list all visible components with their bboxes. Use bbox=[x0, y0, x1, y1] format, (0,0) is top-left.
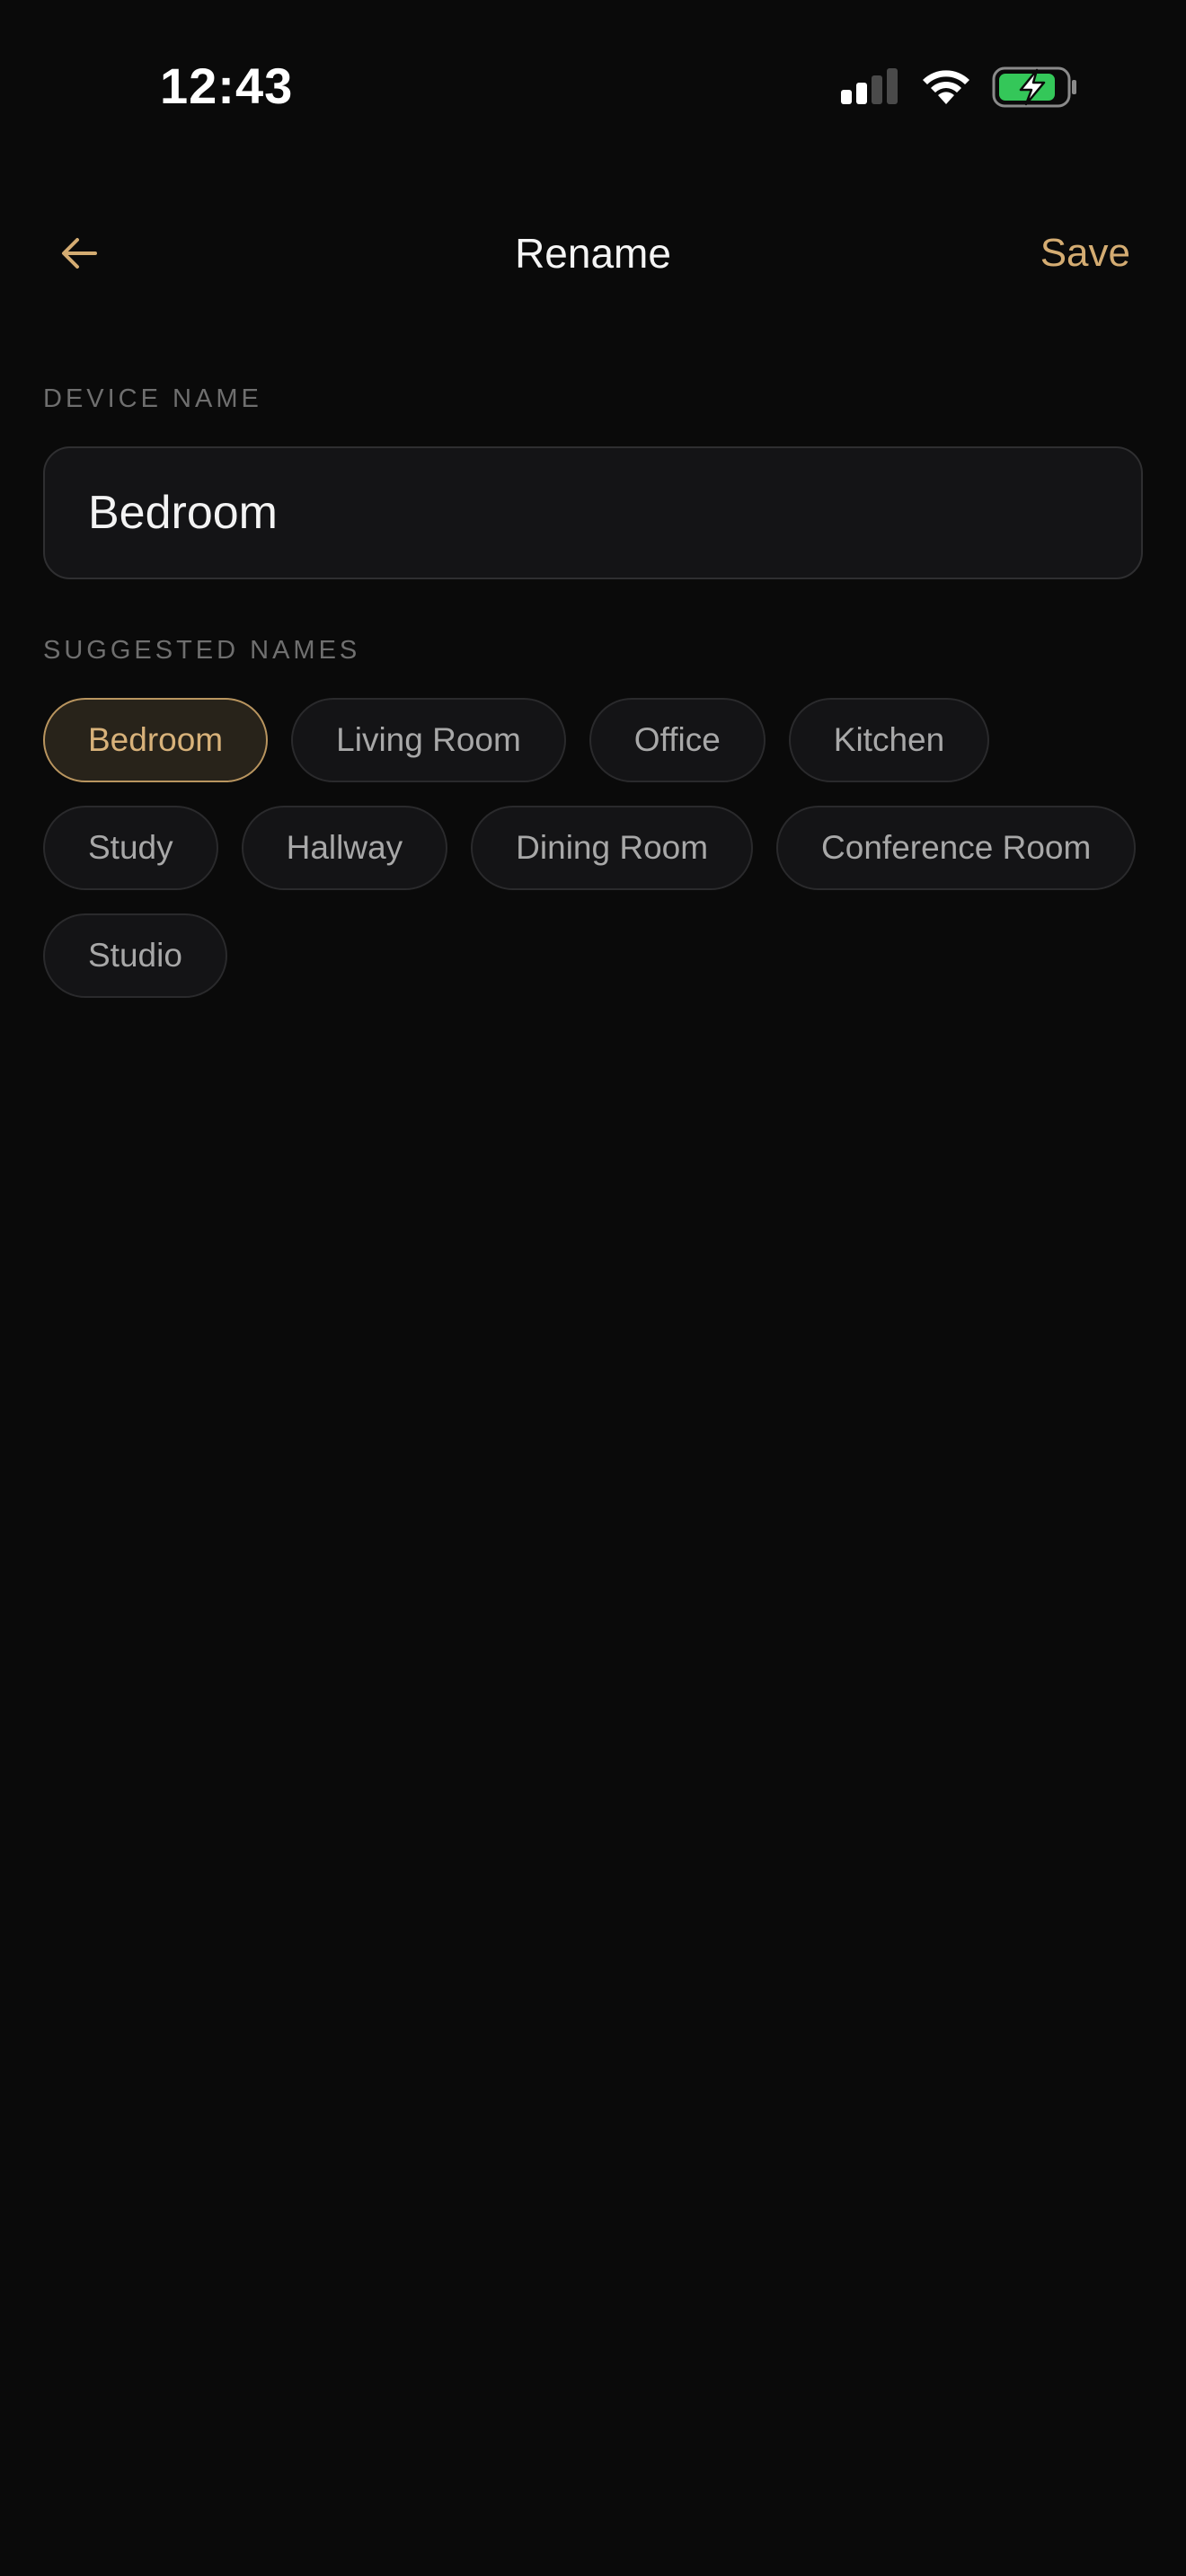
arrow-left-icon bbox=[62, 238, 97, 269]
suggestion-chip-dining-room[interactable]: Dining Room bbox=[471, 806, 754, 890]
suggested-names-list: Bedroom Living Room Office Kitchen Study… bbox=[43, 698, 1148, 998]
device-name-input[interactable] bbox=[43, 446, 1143, 579]
suggestion-chip-bedroom[interactable]: Bedroom bbox=[43, 698, 269, 782]
suggestion-chip-kitchen[interactable]: Kitchen bbox=[788, 698, 990, 782]
suggestion-chip-office[interactable]: Office bbox=[589, 698, 766, 782]
cellular-signal-icon bbox=[841, 68, 898, 104]
suggestion-chip-studio[interactable]: Studio bbox=[43, 913, 227, 998]
suggestion-chip-study[interactable]: Study bbox=[43, 806, 218, 890]
wifi-icon bbox=[923, 70, 969, 104]
suggestion-chip-conference-room[interactable]: Conference Room bbox=[776, 806, 1137, 890]
page-title: Rename bbox=[515, 230, 671, 277]
save-button[interactable]: Save bbox=[1040, 223, 1130, 284]
nav-bar: Rename Save bbox=[0, 208, 1186, 298]
device-name-label: DEVICE NAME bbox=[43, 384, 262, 413]
back-button[interactable] bbox=[43, 217, 115, 289]
suggestion-chip-hallway[interactable]: Hallway bbox=[241, 806, 448, 890]
suggestion-chip-living-room[interactable]: Living Room bbox=[291, 698, 566, 782]
battery-charging-icon bbox=[992, 66, 1076, 108]
status-time: 12:43 bbox=[160, 57, 294, 114]
suggested-names-label: SUGGESTED NAMES bbox=[43, 636, 361, 665]
status-bar: 12:43 bbox=[0, 0, 1186, 180]
